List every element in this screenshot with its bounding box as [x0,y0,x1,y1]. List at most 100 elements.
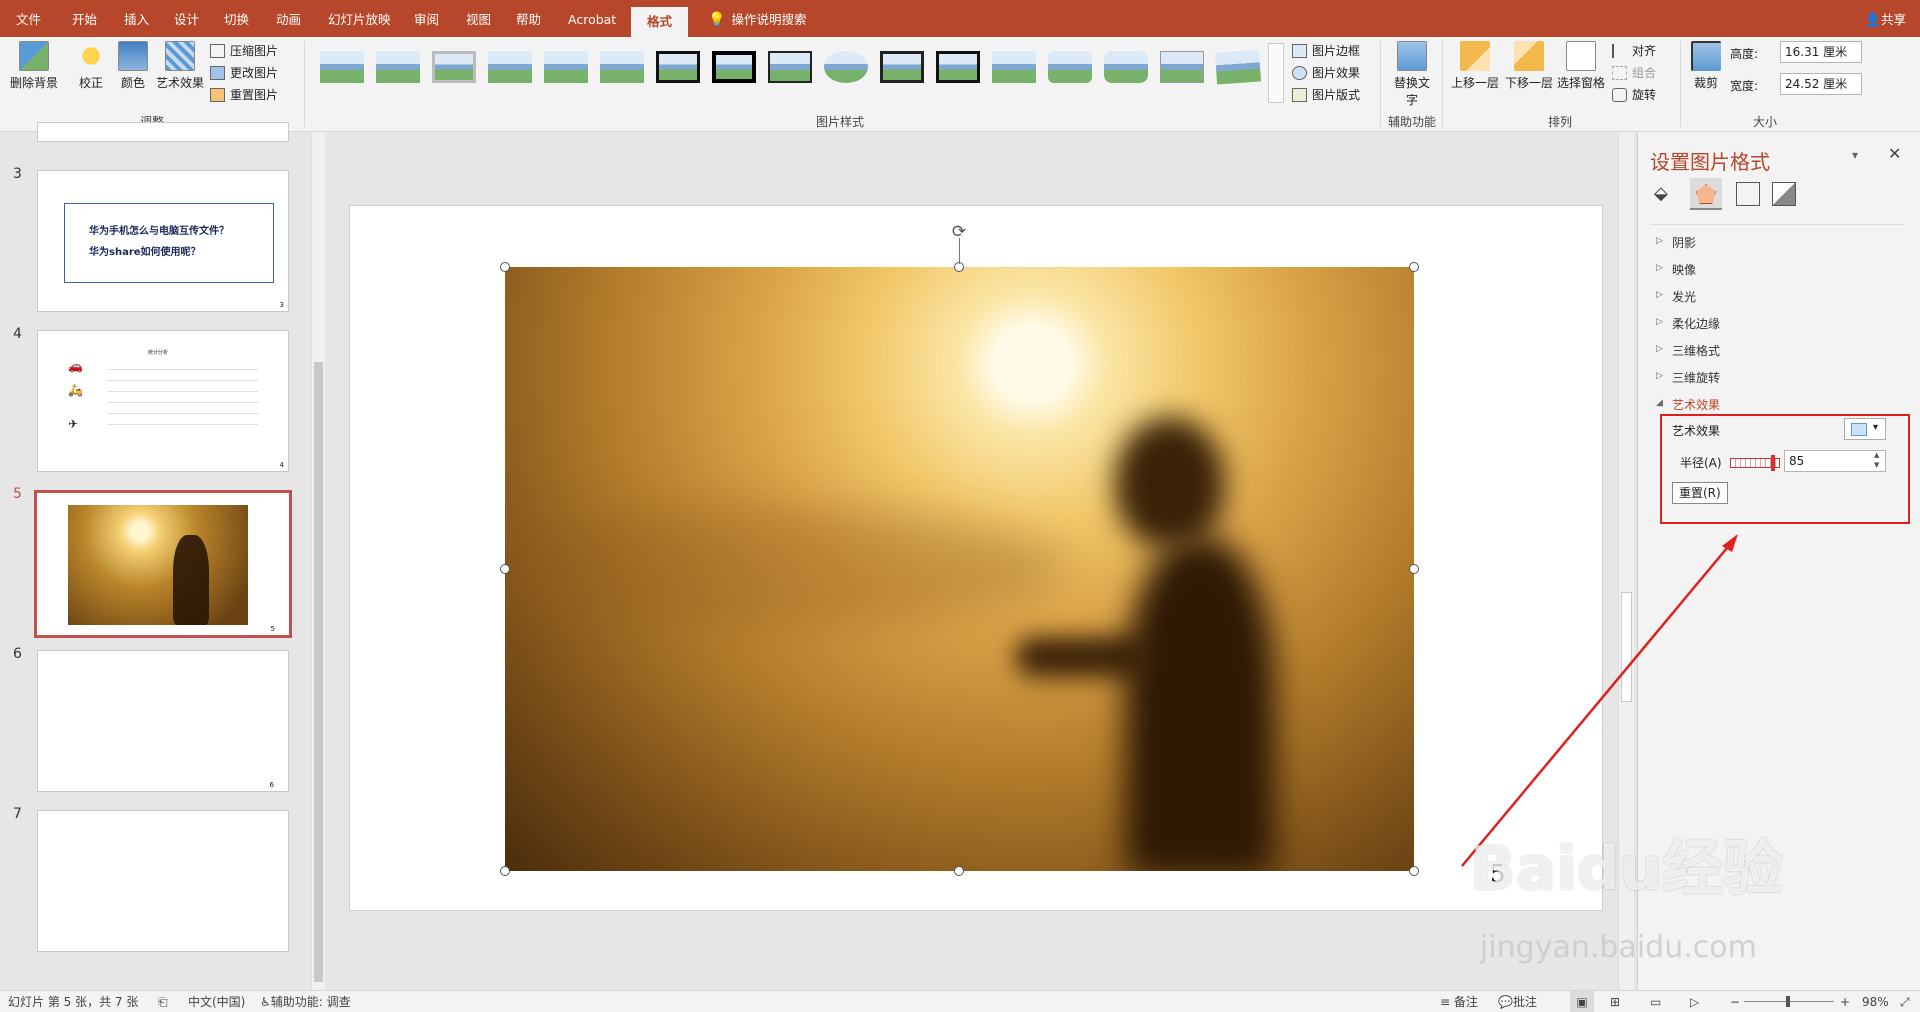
tab-animations[interactable]: 动画 [276,0,301,37]
resize-handle-top-right[interactable] [1409,262,1419,272]
radius-input[interactable]: 85 [1784,450,1886,472]
comments-button[interactable]: 💬批注 [1498,991,1537,1012]
blurred-runner-photo[interactable] [505,267,1414,871]
resize-handle-bottom-left[interactable] [500,866,510,876]
height-input[interactable]: 16.31 厘米 [1780,41,1862,63]
picture-style-1[interactable] [320,51,364,83]
tab-format[interactable]: 格式 [631,7,689,37]
zoom-in-button[interactable]: + [1840,991,1850,1012]
notes-button[interactable]: ≡ 备注 [1440,991,1478,1012]
rotate-handle-icon[interactable]: ⟳ [949,222,969,242]
corrections-button[interactable]: 校正 [74,41,108,91]
picture-style-16[interactable] [1160,51,1204,83]
resize-handle-right[interactable] [1409,564,1419,574]
color-button[interactable]: 颜色 [116,41,150,91]
gallery-scroll-buttons[interactable] [1268,43,1284,103]
accessibility-status[interactable]: ♿辅助功能: 调查 [260,991,351,1012]
section-shadow[interactable]: ▷ 阴影 [1656,234,1696,251]
slide-thumbnail-4[interactable]: 统计分析 🚗 🛵 ✈ 4 [37,330,289,472]
tab-design[interactable]: 设计 [174,0,199,37]
alt-text-button[interactable]: 替换文字 [1392,41,1432,108]
fill-line-icon[interactable]: ⬙ [1654,182,1678,206]
selection-pane-button[interactable]: 选择窗格 [1556,41,1606,91]
radius-slider-thumb[interactable] [1771,455,1775,471]
align-button[interactable]: 对齐 [1610,41,1656,61]
radius-slider[interactable] [1730,455,1780,471]
picture-style-3[interactable] [432,51,476,83]
reset-picture-button[interactable]: 重置图片 [208,85,278,105]
reset-button[interactable]: 重置(R) [1672,482,1728,504]
slideshow-button[interactable]: ▷ [1690,991,1699,1012]
tab-acrobat[interactable]: Acrobat [568,0,616,37]
bring-forward-button[interactable]: 上移一层 [1450,41,1500,91]
tab-transitions[interactable]: 切换 [224,0,249,37]
tab-insert[interactable]: 插入 [124,0,149,37]
crop-button[interactable]: 裁剪 [1688,41,1724,91]
tab-slideshow[interactable]: 幻灯片放映 [328,0,391,37]
slide-sorter-button[interactable]: ⊞ [1610,991,1620,1012]
close-icon[interactable]: ✕ [1888,144,1901,163]
section-soft-edges[interactable]: ▷ 柔化边缘 [1656,315,1720,332]
change-picture-button[interactable]: 更改图片 [208,63,278,83]
width-input[interactable]: 24.52 厘米 [1780,73,1862,95]
picture-style-5[interactable] [544,51,588,83]
effects-tab[interactable] [1690,178,1722,210]
tab-file[interactable]: 文件 [16,0,41,37]
picture-style-11[interactable] [880,51,924,83]
picture-style-14[interactable] [1048,51,1092,83]
resize-handle-bottom-right[interactable] [1409,866,1419,876]
send-backward-button[interactable]: 下移一层 [1504,41,1554,91]
slide-thumbnail-7[interactable] [37,810,289,952]
section-reflection[interactable]: ▷ 映像 [1656,261,1696,278]
section-3d-rotation[interactable]: ▷ 三维旋转 [1656,369,1720,386]
zoom-out-button[interactable]: − [1730,991,1740,1012]
tab-view[interactable]: 视图 [466,0,491,37]
picture-style-4[interactable] [488,51,532,83]
tab-help[interactable]: 帮助 [516,0,541,37]
section-glow[interactable]: ▷ 发光 [1656,288,1696,305]
artistic-effect-dropdown[interactable]: ▾ [1844,418,1886,440]
group-button[interactable]: 组合 [1610,63,1656,83]
picture-style-15[interactable] [1104,51,1148,83]
picture-style-10[interactable] [824,51,868,83]
rotate-button[interactable]: 旋转 [1610,85,1656,105]
reading-view-button[interactable]: ▭ [1650,991,1661,1012]
slide-thumbnail-2-partial[interactable] [37,122,289,142]
spellcheck-icon[interactable]: ⎗ [158,991,168,1012]
picture-style-2[interactable] [376,51,420,83]
zoom-slider-thumb[interactable] [1786,996,1790,1007]
resize-handle-bottom[interactable] [954,866,964,876]
tab-review[interactable]: 审阅 [414,0,439,37]
picture-style-9[interactable] [768,51,812,83]
picture-style-6[interactable] [600,51,644,83]
compress-pictures-button[interactable]: 压缩图片 [208,41,278,61]
artistic-effects-button[interactable]: 艺术效果 [154,41,206,91]
fit-slide-icon[interactable]: ⤢ [1900,991,1910,1012]
slide-thumbnail-3[interactable]: 华为手机怎么与电脑互传文件？ 华为share如何使用呢？ 3 [37,170,289,312]
remove-background-button[interactable]: 删除背景 [8,41,60,91]
zoom-level[interactable]: 98% [1862,991,1889,1012]
picture-style-7[interactable] [656,51,700,83]
section-artistic-effects[interactable]: ◢ 艺术效果 [1656,396,1720,413]
language-indicator[interactable]: 中文(中国) [188,991,245,1012]
tell-me-search[interactable]: 💡 操作说明搜索 [708,0,806,37]
thumbnail-scrollbar[interactable] [311,132,325,990]
normal-view-button[interactable]: ▣ [1570,991,1594,1012]
picture-icon[interactable] [1772,182,1796,206]
tab-home[interactable]: 开始 [72,0,97,37]
thumbnail-scrollbar-thumb[interactable] [314,362,323,982]
picture-style-12[interactable] [936,51,980,83]
radius-spinner-icon[interactable]: ▲ ▼ [1874,450,1879,470]
picture-style-17[interactable] [1214,49,1262,85]
picture-layout-button[interactable]: 图片版式 [1290,85,1360,105]
picture-style-8[interactable] [712,51,756,83]
resize-handle-top-left[interactable] [500,262,510,272]
picture-style-13[interactable] [992,51,1036,83]
pane-options-chevron-icon[interactable]: ▾ [1852,148,1858,162]
picture-border-button[interactable]: 图片边框 [1290,41,1360,61]
picture-effects-button[interactable]: 图片效果 [1290,63,1360,83]
share-button[interactable]: 👤共享 [1865,0,1906,37]
section-3d-format[interactable]: ▷ 三维格式 [1656,342,1720,359]
resize-handle-left[interactable] [500,564,510,574]
slide-thumbnail-5-selected[interactable]: 5 [34,490,292,638]
